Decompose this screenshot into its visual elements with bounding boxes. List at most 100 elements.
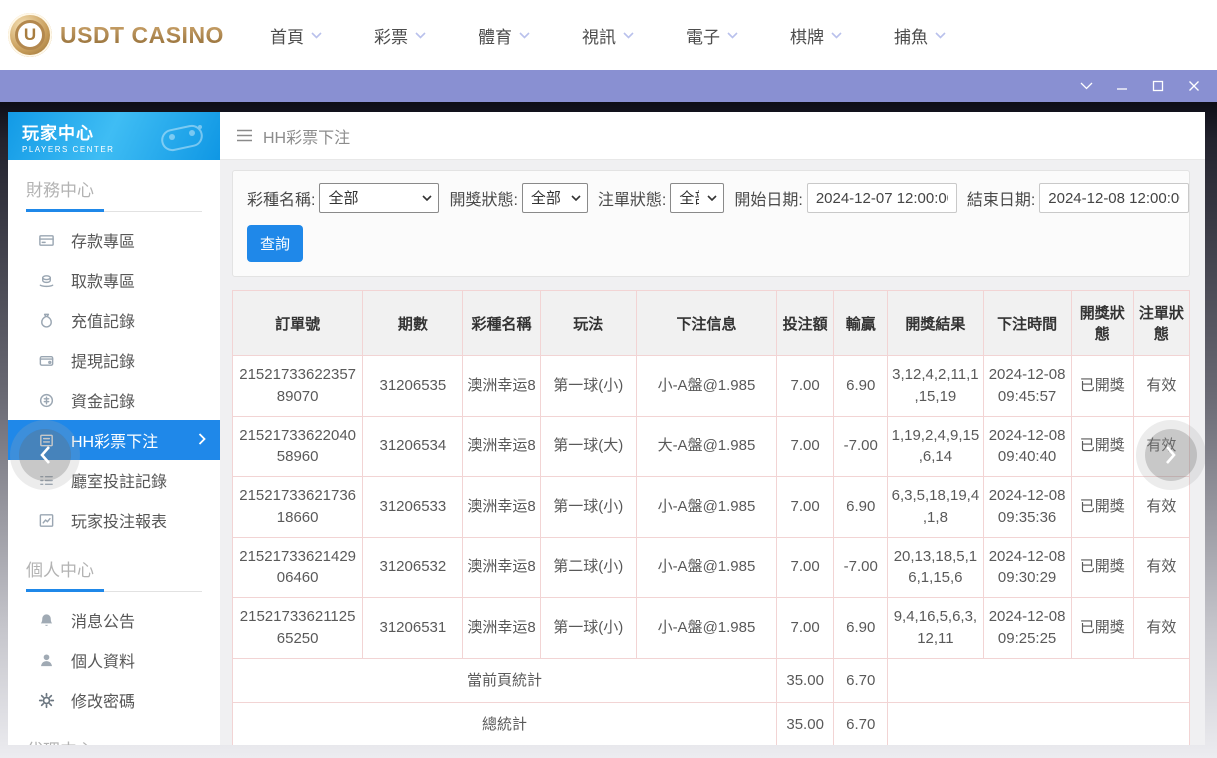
cell-draw-result: 3,12,4,2,11,1,15,19 <box>888 356 983 417</box>
cell-order-id: 2152173362235789070 <box>233 356 363 417</box>
menu-item-fishing[interactable]: 捕魚 <box>894 23 998 48</box>
start-date-input[interactable] <box>807 183 957 213</box>
window-maximize-button[interactable] <box>1145 74 1171 98</box>
sidebar-item-player-report[interactable]: 玩家投注報表 <box>8 500 220 540</box>
bets-table: 訂單號 期數 彩種名稱 玩法 下注信息 投注額 輸贏 開獎結果 下注時間 開獎狀… <box>232 290 1190 745</box>
column-header-bet-info: 下注信息 <box>636 291 776 356</box>
summary-bet-total: 35.00 <box>777 703 834 745</box>
cell-bet-info: 小-A盤@1.985 <box>636 356 776 417</box>
chevron-down-icon <box>623 32 634 39</box>
cell-bet-info: 大-A盤@1.985 <box>636 416 776 477</box>
cell-draw-status: 已開獎 <box>1071 537 1133 598</box>
chevron-right-icon <box>1165 445 1177 465</box>
end-date-input[interactable] <box>1039 183 1189 213</box>
expand-right-button[interactable] <box>1145 429 1197 481</box>
cell-order-id: 2152173362142906460 <box>233 537 363 598</box>
chevron-down-icon <box>519 32 530 39</box>
main-content: HH彩票下注 彩種名稱: 全部 開獎狀態: 全 <box>220 112 1205 745</box>
sidebar-item-deposit[interactable]: 存款專區 <box>8 220 220 260</box>
deposit-card-icon <box>38 232 55 249</box>
cell-draw-result: 1,19,2,4,9,15,6,14 <box>888 416 983 477</box>
bell-icon <box>38 612 55 629</box>
cell-bet-time: 2024-12-08 09:35:36 <box>983 477 1071 538</box>
order-status-select[interactable]: 全部 <box>670 183 724 213</box>
cell-lottery-name: 澳洲幸运8 <box>463 416 540 477</box>
table-row: 2152173362204058960 31206534 澳洲幸运8 第一球(大… <box>233 416 1190 477</box>
menu-item-cards[interactable]: 棋牌 <box>790 23 894 48</box>
window-minimize-button[interactable] <box>1109 74 1135 98</box>
cell-bet-info: 小-A盤@1.985 <box>636 477 776 538</box>
menu-item-slots[interactable]: 電子 <box>686 23 790 48</box>
window-dropdown-button[interactable] <box>1073 74 1099 98</box>
table-row: 2152173362173618660 31206533 澳洲幸运8 第一球(小… <box>233 477 1190 538</box>
sidebar-item-change-password[interactable]: 修改密碼 <box>8 680 220 720</box>
window-close-button[interactable] <box>1181 74 1207 98</box>
sidebar-item-withdrawal-record[interactable]: 提現記錄 <box>8 340 220 380</box>
menu-item-video[interactable]: 視訊 <box>582 23 686 48</box>
cell-period: 31206533 <box>363 477 463 538</box>
lottery-name-label: 彩種名稱: <box>247 186 315 210</box>
cell-lottery-name: 澳洲幸运8 <box>463 537 540 598</box>
filter-panel: 彩種名稱: 全部 開獎狀態: 全部 注單狀態: <box>232 170 1190 277</box>
cell-order-id: 2152173362173618660 <box>233 477 363 538</box>
menu-item-sports[interactable]: 體育 <box>478 23 582 48</box>
cell-win-loss: 6.90 <box>834 356 888 417</box>
window-titlebar <box>0 70 1217 102</box>
sidebar-list-finance: 存款專區 取款專區 充值記錄 提現記錄 <box>8 220 220 540</box>
page-title: HH彩票下注 <box>263 124 350 148</box>
chevron-down-icon <box>831 32 842 39</box>
breadcrumb: HH彩票下注 <box>220 112 1205 160</box>
section-underline <box>26 589 202 592</box>
summary-label: 總統計 <box>233 703 777 745</box>
search-button[interactable]: 查詢 <box>247 225 303 262</box>
column-header-win-loss: 輸贏 <box>834 291 888 356</box>
summary-label: 當前頁統計 <box>233 658 777 703</box>
cell-bet-time: 2024-12-08 09:45:57 <box>983 356 1071 417</box>
collapse-left-button[interactable] <box>19 429 71 481</box>
wallet-icon <box>38 352 55 369</box>
logo-coin-icon: U <box>8 13 52 57</box>
close-icon <box>1188 80 1200 92</box>
sidebar-item-withdraw[interactable]: 取款專區 <box>8 260 220 300</box>
app-window: 玩家中心 PLAYERS CENTER 財務中心 存款專區 <box>8 112 1205 745</box>
brand-logo[interactable]: U USDT CASINO <box>8 13 224 57</box>
main-menu: 首頁 彩票 體育 視訊 電子 棋牌 <box>270 23 998 48</box>
gear-icon <box>38 692 55 709</box>
cell-win-loss: -7.00 <box>834 537 888 598</box>
cell-draw-status: 已開獎 <box>1071 598 1133 659</box>
chevron-left-icon <box>39 445 51 465</box>
money-bag-icon <box>38 312 55 329</box>
sidebar-header: 玩家中心 PLAYERS CENTER <box>8 112 220 160</box>
chevron-down-icon <box>727 32 738 39</box>
coin-icon <box>38 392 55 409</box>
summary-bet-total: 35.00 <box>777 658 834 703</box>
window-frame: 玩家中心 PLAYERS CENTER 財務中心 存款專區 <box>0 102 1217 758</box>
sidebar-item-announcements[interactable]: 消息公告 <box>8 600 220 640</box>
cell-order-status: 有效 <box>1133 477 1189 538</box>
table-row: 2152173362142906460 31206532 澳洲幸运8 第二球(小… <box>233 537 1190 598</box>
sidebar-item-funds-record[interactable]: 資金記錄 <box>8 380 220 420</box>
summary-win-loss: 6.70 <box>834 703 888 745</box>
menu-item-home[interactable]: 首頁 <box>270 23 374 48</box>
cell-bet-time: 2024-12-08 09:30:29 <box>983 537 1071 598</box>
cell-win-loss: -7.00 <box>834 416 888 477</box>
cell-draw-result: 6,3,5,18,19,4,1,8 <box>888 477 983 538</box>
cell-period: 31206535 <box>363 356 463 417</box>
cell-play-type: 第一球(大) <box>540 416 636 477</box>
lottery-name-select[interactable]: 全部 <box>319 183 439 213</box>
chevron-down-icon <box>1080 82 1093 90</box>
draw-status-select[interactable]: 全部 <box>522 183 588 213</box>
sidebar-item-profile[interactable]: 個人資料 <box>8 640 220 680</box>
cell-draw-result: 9,4,16,5,6,3,12,11 <box>888 598 983 659</box>
column-header-draw-result: 開獎結果 <box>888 291 983 356</box>
cell-draw-status: 已開獎 <box>1071 416 1133 477</box>
cell-period: 31206534 <box>363 416 463 477</box>
sidebar-item-recharge-record[interactable]: 充值記錄 <box>8 300 220 340</box>
cell-order-id: 2152173362112565250 <box>233 598 363 659</box>
menu-item-lottery[interactable]: 彩票 <box>374 23 478 48</box>
cell-order-id: 2152173362204058960 <box>233 416 363 477</box>
menu-toggle-icon[interactable] <box>236 129 253 142</box>
report-chart-icon <box>38 512 55 529</box>
column-header-order-id: 訂單號 <box>233 291 363 356</box>
chevron-down-icon <box>415 32 426 39</box>
